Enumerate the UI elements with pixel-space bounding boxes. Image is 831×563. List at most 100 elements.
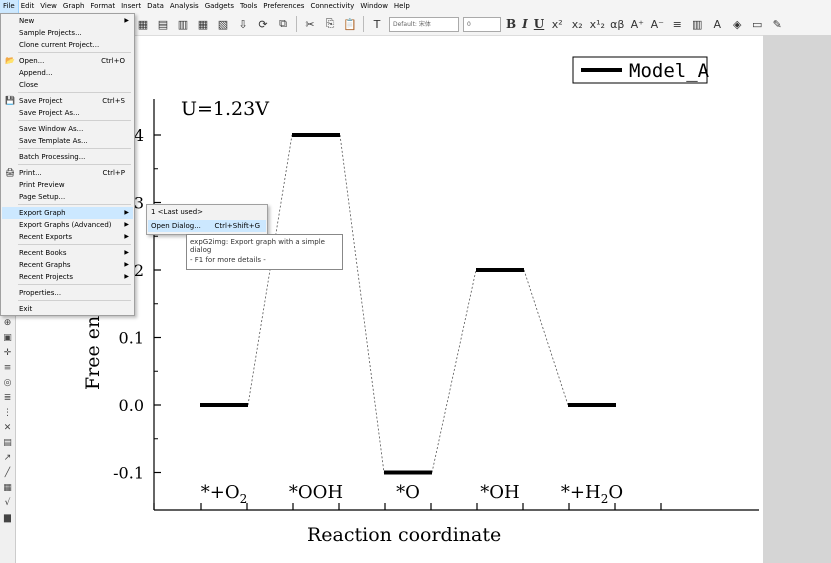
menu-connectivity[interactable]: Connectivity (307, 0, 357, 13)
submenu-last-used[interactable]: 1 <Last used> (148, 206, 266, 218)
arrow-tool-icon[interactable]: ↗ (1, 452, 14, 465)
font-increase-icon[interactable]: A⁺ (629, 16, 645, 32)
file-menu-item-new[interactable]: New ▶ (2, 15, 133, 27)
y-ticks: 0.40.30.20.10.0-0.1 (113, 126, 662, 510)
text-tool-icon[interactable]: T (369, 16, 385, 32)
bold-button[interactable]: B (506, 17, 516, 31)
file-menu-item-batch-processing[interactable]: Batch Processing... (2, 151, 133, 163)
file-menu-item-print[interactable]: 🖨 Print... Ctrl+P (2, 167, 133, 179)
mask-tool-icon[interactable]: ≣ (1, 392, 14, 405)
file-menu-item-page-setup[interactable]: Page Setup... (2, 191, 133, 203)
submenu-arrow-icon: ▶ (124, 17, 129, 24)
file-menu-item-save-template-as[interactable]: Save Template As... (2, 135, 133, 147)
menu-analysis[interactable]: Analysis (167, 0, 202, 13)
file-menu-item-save-project[interactable]: 💾 Save Project Ctrl+S (2, 95, 133, 107)
region-tool-icon[interactable]: ⋮ (1, 407, 14, 420)
line-color-icon[interactable]: ▭ (749, 16, 765, 32)
menu-tools[interactable]: Tools (237, 0, 260, 13)
file-menu-item-export-graph[interactable]: Export Graph ▶ (2, 207, 133, 219)
file-menu-item-print-preview[interactable]: Print Preview (2, 179, 133, 191)
draw-data-icon[interactable]: ✕ (1, 422, 14, 435)
legend-label: Model_A (629, 60, 710, 82)
menu-preferences[interactable]: Preferences (260, 0, 307, 13)
underline-button[interactable]: U (534, 17, 544, 31)
file-menu-item-recent-exports[interactable]: Recent Exports ▶ (2, 231, 133, 243)
x-category-label: *+H2O (561, 482, 623, 506)
file-menu-item-clone-project[interactable]: Clone current Project... (2, 39, 133, 51)
italic-button[interactable]: I (522, 17, 528, 31)
greek-icon[interactable]: αβ (609, 16, 625, 32)
refresh-icon[interactable]: ⟳ (255, 16, 271, 32)
file-menu-item-export-graphs-advanced[interactable]: Export Graphs (Advanced) ▶ (2, 219, 133, 231)
align-icon[interactable]: ≡ (669, 16, 685, 32)
screen-reader-icon[interactable]: ◎ (1, 377, 14, 390)
file-menu-item-append[interactable]: Append... (2, 67, 133, 79)
copy-icon[interactable]: ⎘ (322, 16, 338, 32)
pen-icon[interactable]: ✎ (769, 16, 785, 32)
font-color-icon[interactable]: A (709, 16, 725, 32)
line-tool-icon[interactable]: ╱ (1, 467, 14, 480)
submenu-arrow-icon: ▶ (124, 261, 129, 268)
file-menu-item-save-window-as[interactable]: Save Window As... (2, 123, 133, 135)
menu-graph[interactable]: Graph (60, 0, 87, 13)
cut-icon[interactable]: ✂ (302, 16, 318, 32)
menu-separator (18, 120, 131, 121)
submenu-arrow-icon: ▶ (124, 273, 129, 280)
menu-edit[interactable]: Edit (18, 0, 38, 13)
menu-file[interactable]: File (0, 0, 19, 14)
import-icon[interactable]: ⇩ (235, 16, 251, 32)
font-decrease-icon[interactable]: A⁻ (649, 16, 665, 32)
chart-tool-icon[interactable]: ▆ (1, 512, 14, 525)
font-size-select[interactable]: 0 (463, 16, 501, 32)
color-bar-icon[interactable]: ≡ (1, 362, 14, 375)
graph-icon[interactable]: ▧ (215, 16, 231, 32)
layout-icon[interactable]: ⧉ (275, 16, 291, 32)
file-menu-item-recent-books[interactable]: Recent Books ▶ (2, 247, 133, 259)
file-menu-item-exit[interactable]: Exit (2, 303, 133, 315)
file-menu-item-close[interactable]: Close (2, 79, 133, 91)
file-menu-item-properties[interactable]: Properties... (2, 287, 133, 299)
zoom-tool-icon[interactable]: ⊕ (1, 317, 14, 330)
workspace-background (763, 35, 831, 563)
worksheet-icon[interactable]: ▦ (135, 16, 151, 32)
equation-icon[interactable]: √ (1, 497, 14, 510)
menu-view[interactable]: View (37, 0, 60, 13)
x-category-label: *+O2 (201, 482, 247, 506)
subscript-icon[interactable]: x₂ (569, 16, 585, 32)
data-reader-icon[interactable]: ✛ (1, 347, 14, 360)
file-menu-item-open[interactable]: 📂 Open... Ctrl+O (2, 55, 133, 67)
menu-data[interactable]: Data (144, 0, 167, 13)
connector-line (247, 134, 293, 406)
menu-separator (18, 300, 131, 301)
pattern-icon[interactable]: ▥ (689, 16, 705, 32)
font-name-select[interactable]: Default: 宋体 (389, 16, 459, 32)
scale-tool-icon[interactable]: ▣ (1, 332, 14, 345)
file-menu-item-save-project-as[interactable]: Save Project As... (2, 107, 133, 119)
tooltip-line1: expG2img: Export graph with a simple dia… (190, 238, 325, 254)
menu-insert[interactable]: Insert (118, 0, 144, 13)
submenu-open-dialog[interactable]: Open Dialog... Ctrl+Shift+G (148, 220, 266, 232)
menu-separator (18, 52, 131, 53)
menu-separator (18, 148, 131, 149)
menu-separator (18, 244, 131, 245)
file-menu-item-recent-projects[interactable]: Recent Projects ▶ (2, 271, 133, 283)
supersub-icon[interactable]: x¹₂ (589, 16, 605, 32)
file-menu-item-sample-projects[interactable]: Sample Projects... (2, 27, 133, 39)
x-category-label: *O (396, 482, 420, 503)
superscript-icon[interactable]: x² (549, 16, 565, 32)
energy-levels (200, 133, 616, 475)
rect-tool-icon[interactable]: ▦ (1, 482, 14, 495)
grid-icon[interactable]: ▦ (195, 16, 211, 32)
legend[interactable]: Model_A (572, 56, 710, 84)
table-icon[interactable]: ▥ (175, 16, 191, 32)
fill-color-icon[interactable]: ◈ (729, 16, 745, 32)
menu-help[interactable]: Help (391, 0, 413, 13)
file-menu-item-recent-graphs[interactable]: Recent Graphs ▶ (2, 259, 133, 271)
menu-separator (18, 204, 131, 205)
menu-format[interactable]: Format (87, 0, 118, 13)
menu-window[interactable]: Window (357, 0, 391, 13)
paste-icon[interactable]: 📋 (342, 16, 358, 32)
menu-gadgets[interactable]: Gadgets (202, 0, 237, 13)
text-tool-icon[interactable]: ▤ (1, 437, 14, 450)
matrix-icon[interactable]: ▤ (155, 16, 171, 32)
